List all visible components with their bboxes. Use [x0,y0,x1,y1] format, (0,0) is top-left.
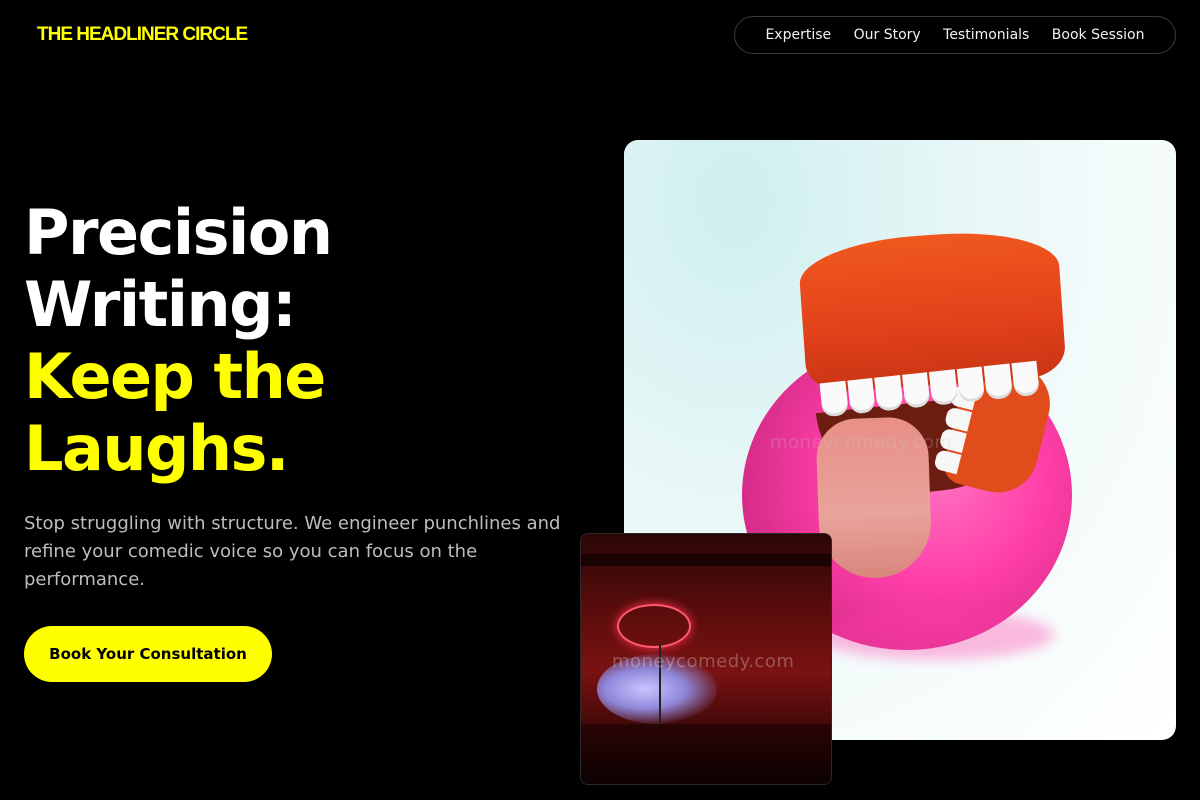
nav-testimonials[interactable]: Testimonials [943,27,1029,43]
hero-headline: Precision Writing: Keep the Laughs. [24,197,584,485]
club-ceiling [581,554,831,566]
watermark: moneycomedy.com [770,432,953,453]
nav-our-story[interactable]: Our Story [854,27,921,43]
book-consultation-button[interactable]: Book Your Consultation [24,626,272,682]
neon-sign [617,604,691,648]
headline-line-4: Laughs. [24,412,289,485]
watermark: moneycomedy.com [612,651,795,672]
main-nav: Expertise Our Story Testimonials Book Se… [734,16,1176,54]
headline-line-2: Writing: [24,268,297,341]
club-floor [581,724,831,784]
site-logo[interactable]: THE HEADLINER CIRCLE [37,24,248,46]
headline-line-1: Precision [24,196,333,269]
nav-expertise[interactable]: Expertise [765,27,831,43]
sponge-shadow [814,610,1054,660]
nav-book-session[interactable]: Book Session [1052,27,1145,43]
headline-line-3: Keep the [24,340,326,413]
hero-subtext: Stop struggling with structure. We engin… [24,513,561,590]
